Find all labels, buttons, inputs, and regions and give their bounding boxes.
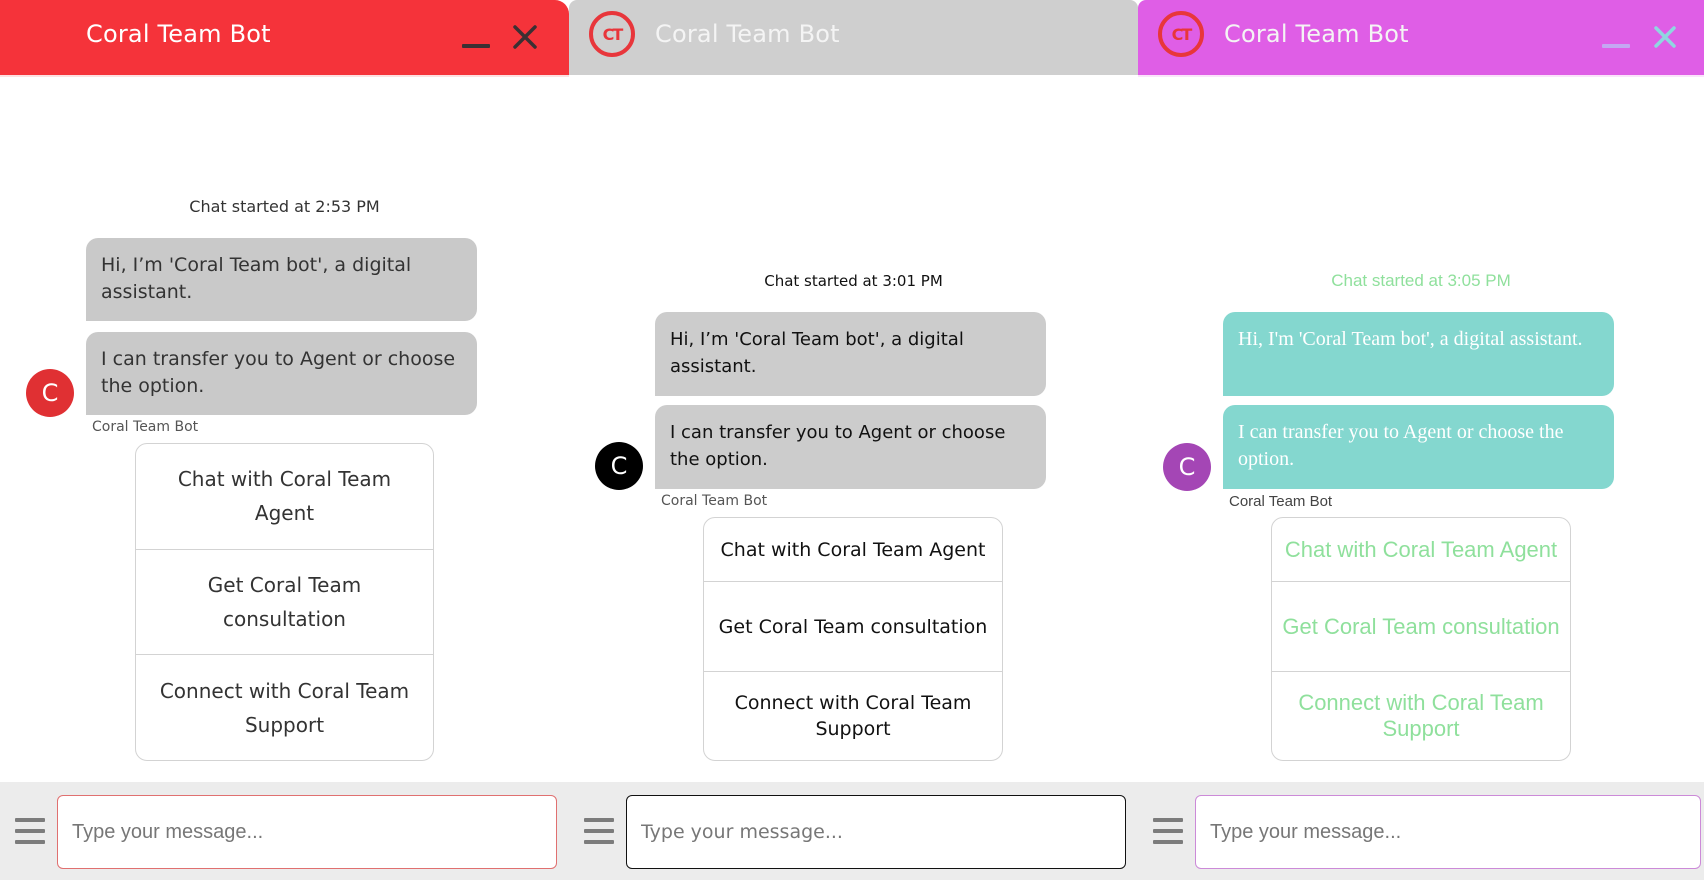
option-chat-with-agent[interactable]: Chat with Coral Team Agent	[704, 518, 1002, 582]
chat-widget-red: Coral Team Bot Chat started at 2:53 PM H…	[0, 0, 569, 880]
option-get-consultation[interactable]: Get Coral Team consultation	[1272, 582, 1570, 672]
logo-text: CT	[1171, 24, 1193, 44]
chat-started-timestamp: Chat started at 3:01 PM	[764, 272, 943, 290]
option-connect-support[interactable]: Connect with Coral Team Support	[704, 672, 1002, 760]
option-get-consultation[interactable]: Get Coral Team consultation	[136, 550, 433, 655]
message-input[interactable]	[1195, 795, 1701, 869]
bot-avatar: C	[595, 442, 643, 490]
bot-message: Hi, I’m 'Coral Team bot', a digital assi…	[655, 312, 1046, 396]
sender-label: Coral Team Bot	[1229, 493, 1333, 510]
chat-started-timestamp: Chat started at 2:53 PM	[189, 197, 380, 216]
coral-team-logo-icon: CT	[589, 11, 635, 57]
chat-title: Coral Team Bot	[86, 20, 271, 48]
header-divider	[1138, 75, 1704, 77]
bot-message: Hi, I’m 'Coral Team bot', a digital assi…	[86, 238, 477, 321]
option-chat-with-agent[interactable]: Chat with Coral Team Agent	[1272, 518, 1570, 582]
option-connect-support[interactable]: Connect with Coral Team Support	[1272, 672, 1570, 760]
chat-title: Coral Team Bot	[655, 20, 840, 48]
message-input[interactable]	[57, 795, 557, 869]
chat-widget-purple: CT Coral Team Bot Chat started at 3:05 P…	[1138, 0, 1704, 880]
chat-header: CT Coral Team Bot	[569, 0, 1138, 75]
quick-reply-options: Chat with Coral Team Agent Get Coral Tea…	[703, 517, 1003, 761]
option-get-consultation[interactable]: Get Coral Team consultation	[704, 582, 1002, 672]
quick-reply-options: Chat with Coral Team Agent Get Coral Tea…	[135, 443, 434, 761]
header-divider	[0, 75, 569, 77]
chat-widget-gray: CT Coral Team Bot Chat started at 3:01 P…	[569, 0, 1138, 880]
bot-message: I can transfer you to Agent or choose th…	[655, 405, 1046, 489]
chat-title: Coral Team Bot	[1224, 20, 1409, 48]
chat-header: Coral Team Bot	[0, 0, 569, 75]
close-icon[interactable]	[510, 22, 540, 52]
bot-message: I can transfer you to Agent or choose th…	[1223, 405, 1614, 489]
chat-footer	[0, 782, 569, 880]
bot-message: Hi, I'm 'Coral Team bot', a digital assi…	[1223, 312, 1614, 396]
minimize-icon[interactable]	[460, 22, 490, 52]
chat-footer	[1138, 782, 1704, 880]
coral-team-logo-icon: CT	[1158, 11, 1204, 57]
chat-started-timestamp: Chat started at 3:05 PM	[1331, 271, 1511, 290]
sender-label: Coral Team Bot	[92, 419, 199, 435]
hamburger-menu-icon[interactable]	[15, 818, 45, 844]
message-input[interactable]	[626, 795, 1126, 869]
sender-label: Coral Team Bot	[661, 493, 768, 509]
logo-text: CT	[602, 24, 624, 44]
hamburger-menu-icon[interactable]	[584, 818, 614, 844]
minimize-icon[interactable]	[1600, 22, 1630, 52]
close-icon[interactable]	[1650, 22, 1680, 52]
option-chat-with-agent[interactable]: Chat with Coral Team Agent	[136, 444, 433, 550]
chat-footer	[569, 782, 1138, 880]
bot-avatar: C	[26, 369, 74, 417]
bot-avatar: C	[1163, 443, 1211, 491]
hamburger-menu-icon[interactable]	[1153, 818, 1183, 844]
quick-reply-options: Chat with Coral Team Agent Get Coral Tea…	[1271, 517, 1571, 761]
chat-header: CT Coral Team Bot	[1138, 0, 1704, 75]
bot-message: I can transfer you to Agent or choose th…	[86, 332, 477, 415]
option-connect-support[interactable]: Connect with Coral Team Support	[136, 655, 433, 760]
